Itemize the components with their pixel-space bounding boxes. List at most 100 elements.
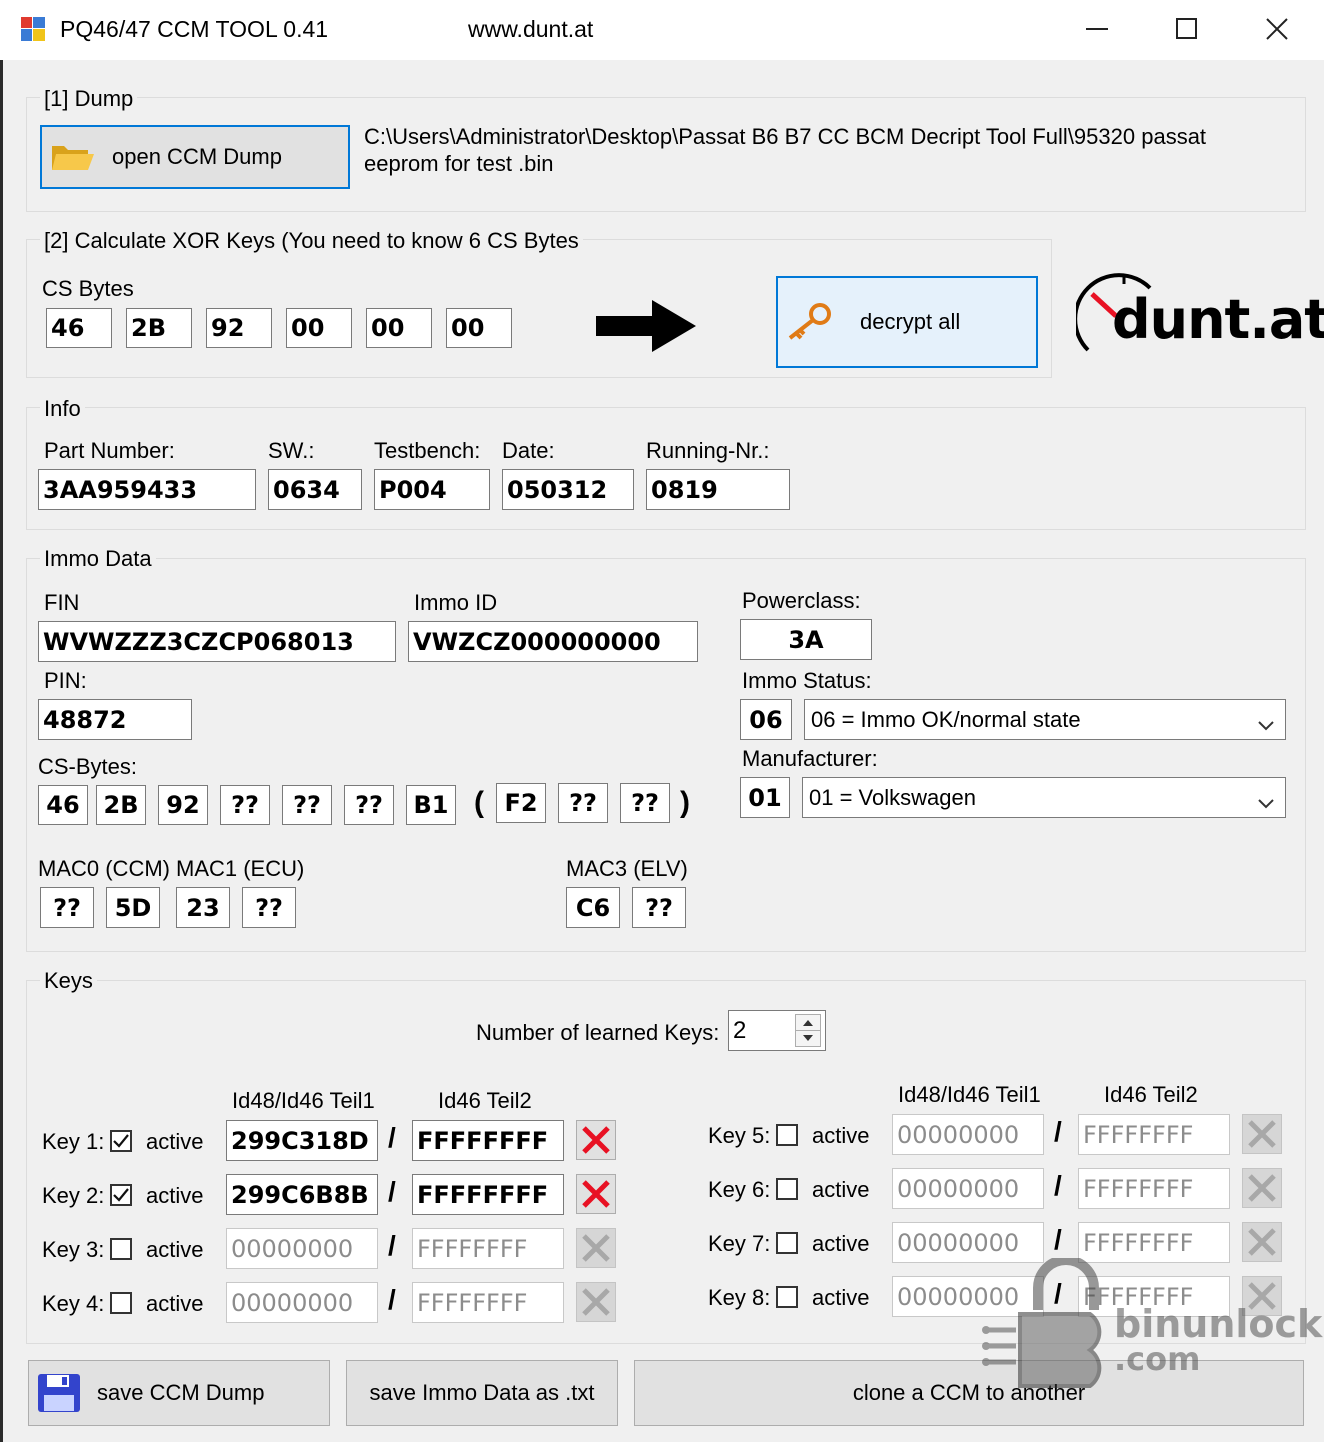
key-teil1-field[interactable]: 299C6B8B [226,1174,378,1215]
key-active-checkbox[interactable] [776,1286,798,1308]
manufacturer-dropdown[interactable]: 01 = Volkswagen [802,777,1286,818]
save-ccm-dump-button[interactable]: save CCM Dump [28,1360,330,1426]
window-url: www.dunt.at [468,16,594,42]
key-active-label: active [812,1231,870,1256]
immo-cs-byte[interactable]: 2B [96,785,146,825]
save-immo-txt-button[interactable]: save Immo Data as .txt [346,1360,618,1426]
delete-x-icon [581,1125,611,1155]
delete-key-button[interactable] [1242,1168,1282,1208]
key-teil2-field[interactable]: FFFFFFFF [1078,1222,1230,1263]
save-ccm-dump-label: save CCM Dump [97,1380,265,1405]
immo-cs-byte[interactable]: 92 [158,785,208,825]
key-label: Key 2: [42,1183,105,1208]
key-teil2-field[interactable]: FFFFFFFF [1078,1168,1230,1209]
sw-label: SW.: [268,438,315,463]
floppy-disk-icon [37,1373,81,1413]
immo-status-label: Immo Status: [742,668,872,693]
key-teil1-field[interactable]: 00000000 [892,1222,1044,1263]
key-teil1-field[interactable]: 299C318D [226,1120,378,1161]
immo-status-dropdown[interactable]: 06 = Immo OK/normal state [804,699,1286,740]
cs-byte-input[interactable]: 2B [126,308,192,348]
date-label: Date: [502,438,555,463]
pin-label: PIN: [44,668,87,693]
date-field[interactable]: 050312 [502,469,634,510]
key-teil2-field[interactable]: FFFFFFFF [412,1228,564,1269]
key-active-checkbox[interactable] [110,1292,132,1314]
folder-icon [50,140,94,174]
learned-keys-stepper[interactable]: 2 [728,1010,826,1051]
immo-cs-extra-byte[interactable]: ?? [620,783,670,823]
spin-buttons[interactable] [795,1014,821,1047]
manufacturer-code-field[interactable]: 01 [740,777,790,818]
immo-cs-byte[interactable]: ?? [220,785,270,825]
decrypt-all-label: decrypt all [860,309,961,334]
key-separator: / [388,1122,396,1153]
key-active-checkbox[interactable] [110,1238,132,1260]
key-active-checkbox[interactable] [110,1130,132,1152]
immo-cs-extra-byte[interactable]: ?? [558,783,608,823]
fin-field[interactable]: WVWZZZ3CZCP068013 [38,621,396,662]
right-col1-header: Id48/Id46 Teil1 [898,1082,1041,1107]
cs-byte-input[interactable]: 46 [46,308,112,348]
left-col1-header: Id48/Id46 Teil1 [232,1088,375,1113]
key-active-checkbox[interactable] [110,1184,132,1206]
cs-byte-input[interactable]: 92 [206,308,272,348]
key-active-checkbox[interactable] [776,1124,798,1146]
mac-byte[interactable]: 5D [106,887,160,928]
key-teil2-field[interactable]: FFFFFFFF [412,1120,564,1161]
minimize-button[interactable] [1052,0,1142,58]
paren-close: ) [680,786,690,819]
mac-byte[interactable]: 23 [176,887,230,928]
key-active-label: active [146,1291,204,1316]
key-teil1-field[interactable]: 00000000 [892,1168,1044,1209]
sw-field[interactable]: 0634 [268,469,362,510]
fin-label: FIN [44,590,80,615]
mac-byte[interactable]: ?? [40,887,94,928]
immo-status-code-field[interactable]: 06 [740,699,792,740]
mac-byte[interactable]: ?? [242,887,296,928]
delete-key-button[interactable] [576,1120,616,1160]
pin-field[interactable]: 48872 [38,699,192,740]
key-teil1-field[interactable]: 00000000 [892,1114,1044,1155]
key-active-label: active [146,1237,204,1262]
close-button[interactable] [1232,0,1322,58]
mac3-byte[interactable]: ?? [632,887,686,928]
immo-id-field[interactable]: VWZCZ000000000 [408,621,698,662]
key-teil1-field[interactable]: 00000000 [226,1228,378,1269]
key-active-checkbox[interactable] [776,1232,798,1254]
delete-x-icon [1247,1173,1277,1203]
part-number-field[interactable]: 3AA959433 [38,469,256,510]
delete-x-icon [1247,1119,1277,1149]
cs-byte-input[interactable]: 00 [446,308,512,348]
key-active-checkbox[interactable] [776,1178,798,1200]
delete-key-button[interactable] [576,1228,616,1268]
xor-group-label: [2] Calculate XOR Keys (You need to know… [40,228,583,254]
immo-cs-byte[interactable]: ?? [344,785,394,825]
maximize-button[interactable] [1142,0,1232,58]
lock-logo-icon [982,1258,1102,1388]
decrypt-all-button[interactable]: decrypt all [776,276,1038,368]
key-teil1-field[interactable]: 00000000 [226,1282,378,1323]
immo-cs-byte[interactable]: B1 [406,785,456,825]
key-teil2-field[interactable]: FFFFFFFF [412,1282,564,1323]
key-teil2-field[interactable]: FFFFFFFF [1078,1114,1230,1155]
mac3-byte[interactable]: C6 [566,887,620,928]
cs-byte-input[interactable]: 00 [286,308,352,348]
delete-key-button[interactable] [1242,1222,1282,1262]
cs-byte-input[interactable]: 00 [366,308,432,348]
testbench-field[interactable]: P004 [374,469,490,510]
key-label: Key 6: [708,1177,771,1202]
left-col2-header: Id46 Teil2 [438,1088,532,1113]
delete-key-button[interactable] [576,1174,616,1214]
immo-cs-extra-byte[interactable]: F2 [496,783,546,823]
immo-cs-byte[interactable]: ?? [282,785,332,825]
delete-key-button[interactable] [1242,1114,1282,1154]
key-separator: / [1054,1170,1062,1201]
key-separator: / [1054,1116,1062,1147]
immo-cs-byte[interactable]: 46 [38,785,88,825]
key-teil2-field[interactable]: FFFFFFFF [412,1174,564,1215]
running-nr-field[interactable]: 0819 [646,469,790,510]
powerclass-field[interactable]: 3A [740,619,872,660]
delete-key-button[interactable] [576,1282,616,1322]
open-ccm-dump-button[interactable]: open CCM Dump [40,125,350,189]
